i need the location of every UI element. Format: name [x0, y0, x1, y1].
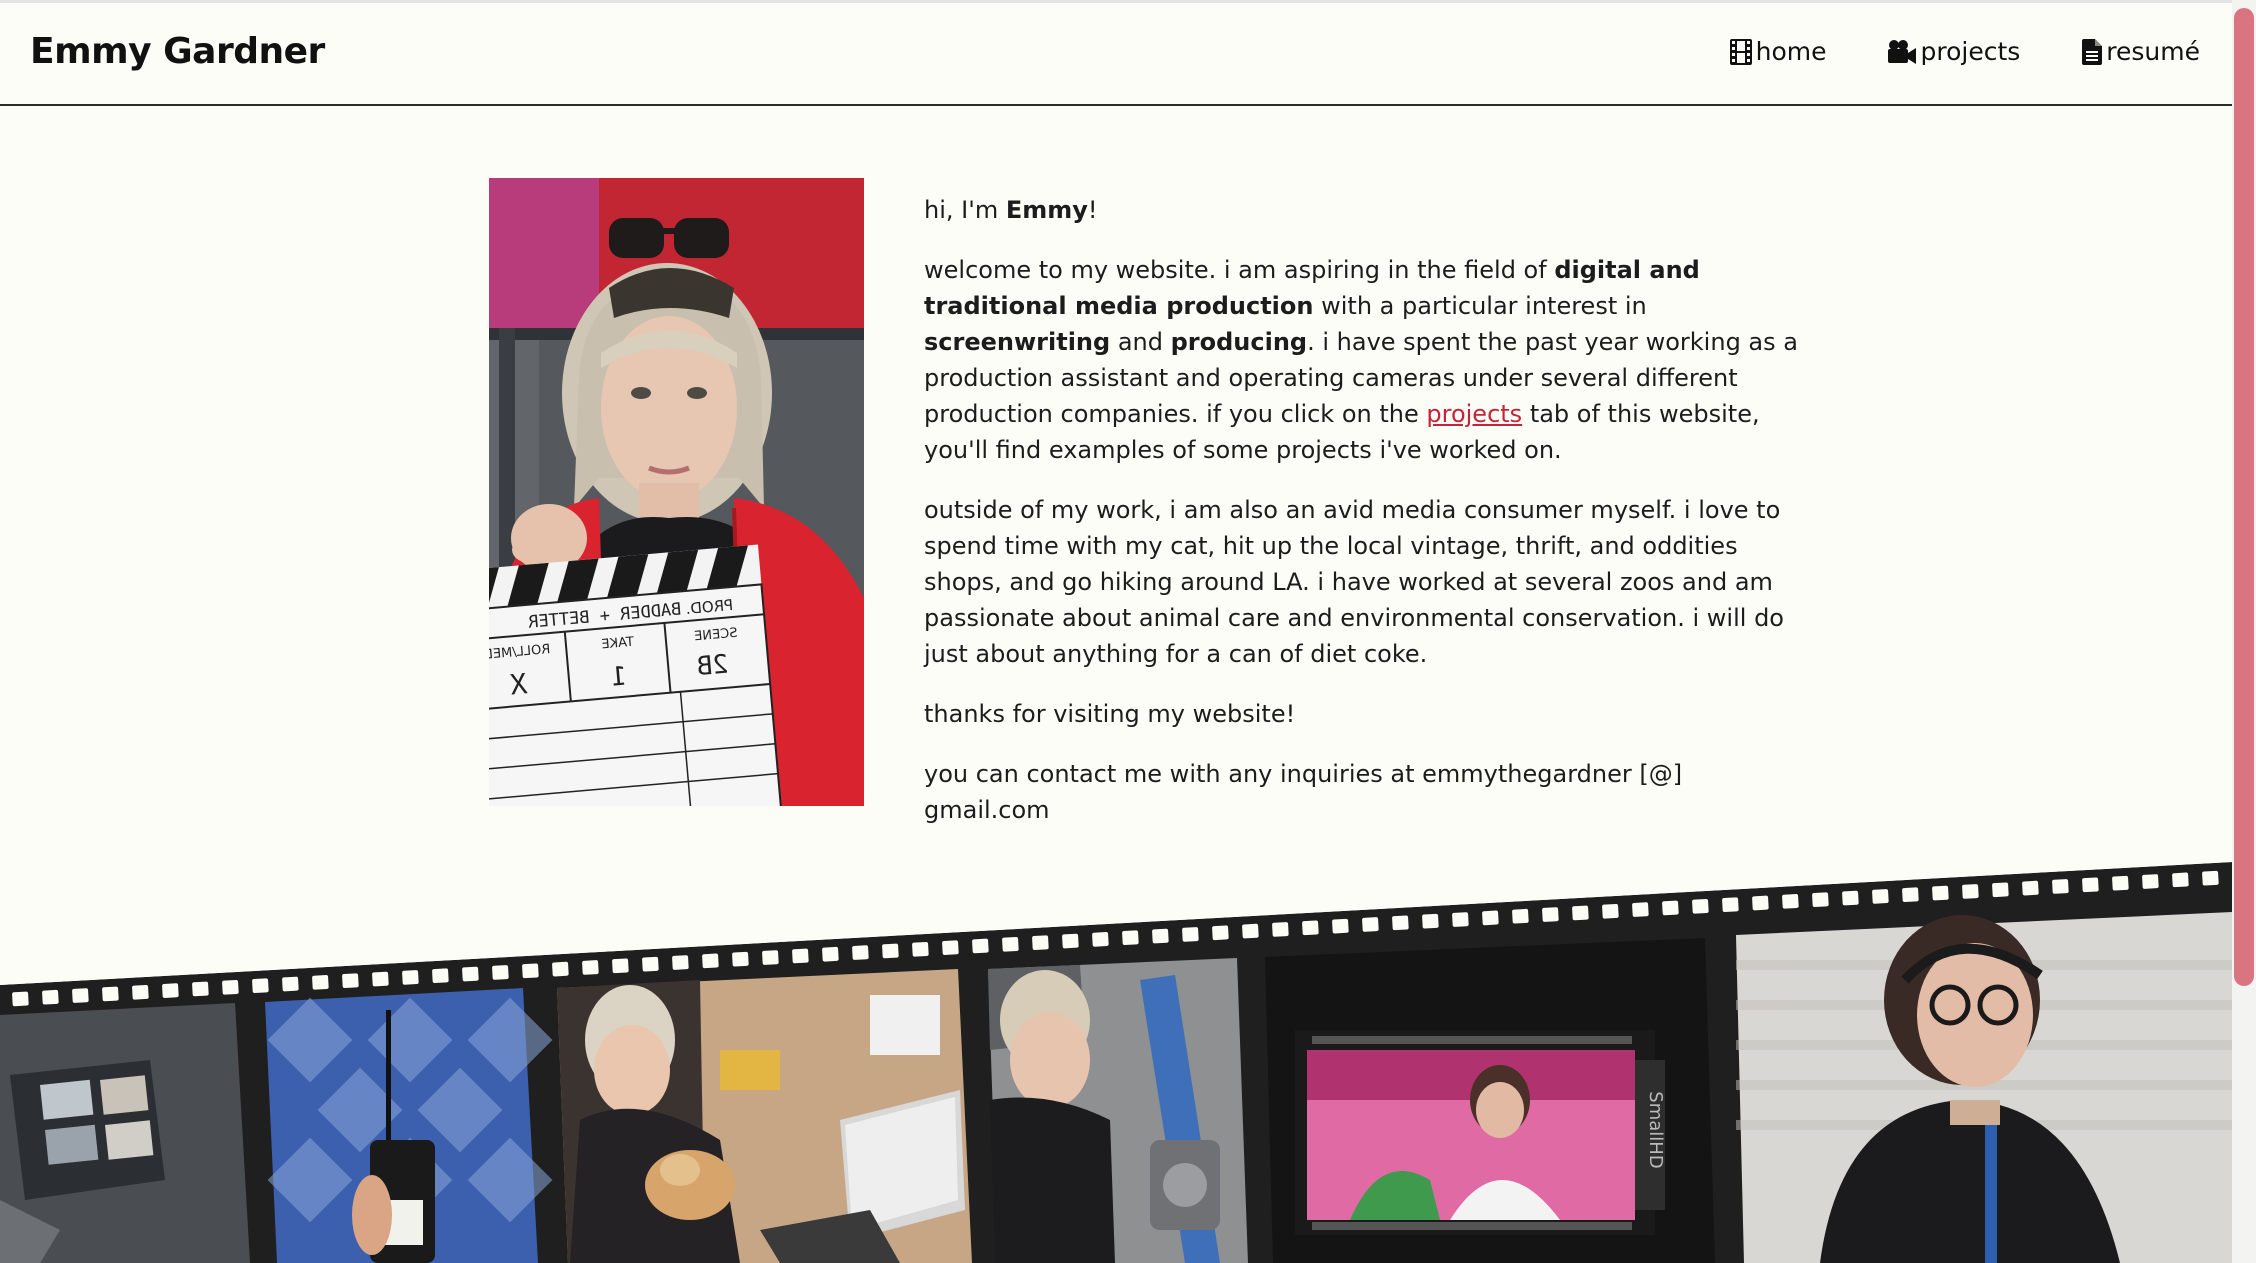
sprocket-hole: [1062, 933, 1079, 949]
sprocket-hole: [102, 986, 119, 1002]
sprocket-hole: [342, 973, 359, 989]
sprocket-hole: [582, 960, 599, 975]
sprocket-hole: [2022, 880, 2039, 896]
sprocket-hole: [1092, 932, 1109, 947]
sprocket-hole: [612, 958, 629, 974]
sprocket-hole: [762, 950, 779, 965]
sprocket-hole: [1632, 902, 1649, 917]
sprocket-hole: [1272, 922, 1289, 937]
film-frame-headset-portrait: [1736, 912, 2232, 1263]
sprocket-hole: [1242, 923, 1259, 939]
sprocket-hole: [1512, 908, 1529, 924]
sprocket-hole: [1962, 884, 1979, 899]
sprocket-hole: [312, 975, 329, 990]
sprocket-hole: [1992, 882, 2009, 898]
sprocket-hole: [282, 976, 299, 992]
sprocket-hole: [1392, 915, 1409, 931]
sprocket-hole: [2142, 874, 2159, 889]
sprocket-hole: [1782, 894, 1799, 909]
sprocket-hole: [942, 940, 959, 955]
sprocket-hole: [432, 968, 449, 984]
sprocket-hole: [492, 965, 509, 980]
page: Emmy Gardner home projects resumé PROD. …: [0, 0, 2256, 1263]
sprocket-hole: [2052, 879, 2069, 894]
sprocket-hole: [1452, 912, 1469, 927]
sprocket-hole: [882, 943, 899, 959]
sprocket-hole: [822, 946, 839, 962]
film-frame-camera-rig: [988, 958, 1248, 1263]
sprocket-hole: [2082, 877, 2099, 893]
sprocket-hole: [1182, 927, 1199, 942]
film-frame-smallhd-monitor: SmallHD: [1265, 938, 1715, 1263]
sprocket-hole: [852, 945, 869, 960]
film-frame-switcher-monitors: [0, 1003, 250, 1263]
sprocket-hole: [1902, 887, 1919, 903]
sprocket-hole: [1872, 889, 1889, 904]
sprocket-hole: [12, 991, 29, 1007]
scrollbar-track[interactable]: [2232, 0, 2256, 1263]
sprocket-hole: [2202, 870, 2219, 886]
sprocket-hole: [402, 970, 419, 985]
sprocket-hole: [42, 989, 59, 1005]
scrollbar-thumb[interactable]: [2234, 8, 2254, 986]
sprocket-hole: [1212, 925, 1229, 941]
sprocket-hole: [1542, 907, 1559, 922]
sprocket-hole: [252, 978, 269, 993]
sprocket-hole: [1302, 920, 1319, 936]
sprocket-hole: [1662, 900, 1679, 916]
sprocket-hole: [702, 953, 719, 969]
sprocket-hole: [162, 983, 179, 998]
sprocket-hole: [1692, 898, 1709, 914]
sprocket-hole: [642, 956, 659, 972]
sprocket-hole: [1812, 892, 1829, 908]
film-strip: SmallHD: [0, 862, 2232, 1263]
sprocket-hole: [1482, 910, 1499, 926]
sprocket-hole: [792, 948, 809, 964]
sprocket-hole: [672, 955, 689, 970]
sprocket-hole: [1002, 937, 1019, 952]
sprocket-hole: [1122, 930, 1139, 946]
sprocket-hole: [1572, 905, 1589, 921]
sprocket-hole: [522, 963, 539, 979]
sprocket-hole: [1362, 917, 1379, 932]
sprocket-hole: [972, 938, 989, 954]
sprocket-hole: [1032, 935, 1049, 951]
sprocket-hole: [912, 941, 929, 957]
sprocket-hole: [552, 961, 569, 977]
sprocket-hole: [1842, 890, 1859, 906]
monitor-brand-label: SmallHD: [1645, 1091, 1666, 1168]
sprocket-hole: [1152, 928, 1169, 944]
sprocket-hole: [2112, 875, 2129, 891]
sprocket-hole: [462, 966, 479, 982]
sprocket-hole: [132, 984, 149, 1000]
sprocket-hole: [1332, 918, 1349, 934]
sprocket-hole: [372, 971, 389, 987]
film-frame-walkie-talkie: [265, 988, 553, 1263]
sprocket-hole: [1932, 885, 1949, 901]
sprocket-hole: [1422, 913, 1439, 929]
film-frame-laptop-cat: [557, 969, 972, 1263]
sprocket-hole: [1602, 903, 1619, 919]
sprocket-hole: [222, 979, 239, 995]
sprocket-hole: [2172, 872, 2189, 888]
sprocket-hole: [192, 981, 209, 997]
sprocket-hole: [1722, 897, 1739, 912]
sprocket-hole: [732, 951, 749, 967]
sprocket-hole: [72, 988, 89, 1003]
sprocket-hole: [1752, 895, 1769, 911]
